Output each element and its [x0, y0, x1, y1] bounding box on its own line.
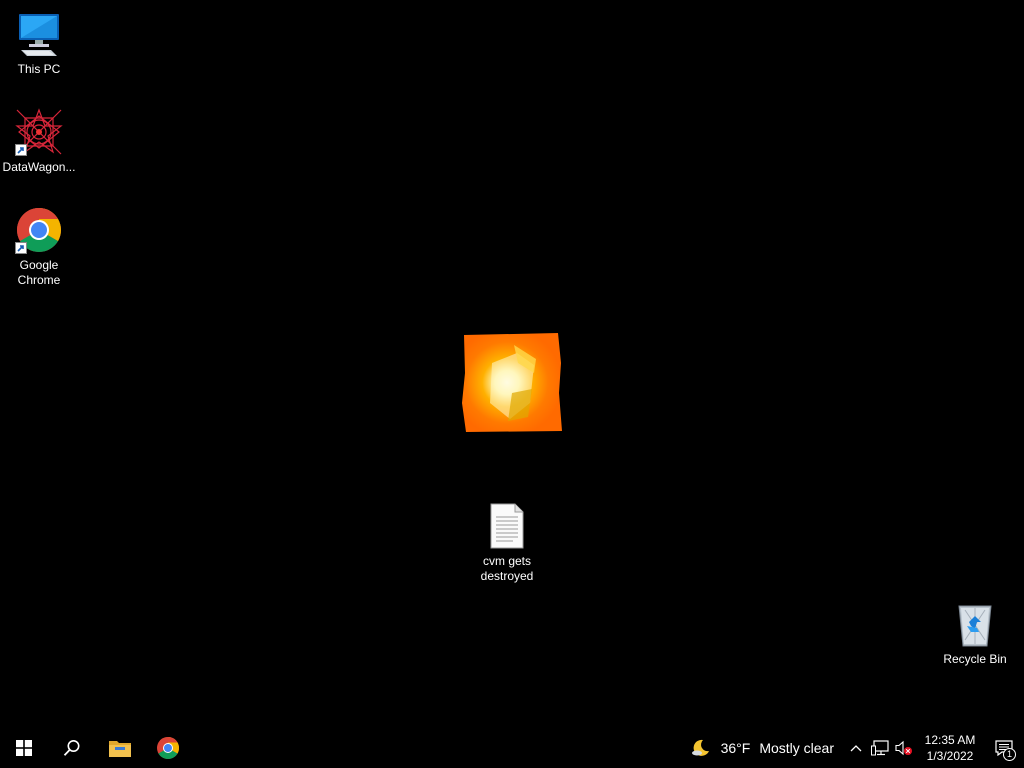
desktop-icon-this-pc[interactable]: This PC: [1, 10, 77, 77]
computer-icon: [15, 10, 63, 58]
weather-widget[interactable]: 36°F Mostly clear: [681, 728, 844, 768]
folder-icon: [109, 741, 131, 757]
desktop-icon-recycle-bin[interactable]: Recycle Bin: [937, 600, 1013, 667]
weather-temperature: 36°F: [720, 740, 751, 756]
weather-condition: Mostly clear: [759, 740, 834, 756]
chrome-icon: [157, 737, 179, 759]
search-button[interactable]: [48, 728, 96, 768]
search-icon: [63, 740, 80, 756]
desktop-icon-label: DataWagon...: [2, 160, 76, 174]
desktop-icon-label: Recycle Bin: [943, 652, 1007, 666]
clock[interactable]: 12:35 AM 1/3/2022: [920, 728, 980, 768]
action-center-button[interactable]: 1: [984, 728, 1024, 768]
desktop-icon-datawagon[interactable]: DataWagon...: [1, 108, 77, 175]
recycle-bin-icon: [951, 600, 999, 648]
fire-explosion-image[interactable]: [462, 333, 563, 434]
volume-muted-icon: [895, 740, 912, 756]
taskbar-file-explorer[interactable]: [96, 728, 144, 768]
desktop-icon-text-file[interactable]: cvm gets destroyed: [469, 502, 545, 584]
show-hidden-icons-button[interactable]: [844, 728, 868, 768]
clock-time: 12:35 AM: [924, 733, 976, 747]
windows-logo-icon: [16, 740, 32, 756]
desktop-icon-label: Google Chrome: [17, 258, 61, 287]
chrome-icon: [15, 206, 63, 254]
taskbar-google-chrome[interactable]: [144, 728, 192, 768]
desktop-icon-label: This PC: [17, 62, 61, 76]
taskbar: 36°F Mostly clear 12:35 AM 1/3/2022 1: [0, 728, 1024, 768]
network-icon: [871, 740, 889, 756]
desktop-icon-label: cvm gets destroyed: [480, 554, 534, 583]
desktop-icon-google-chrome[interactable]: Google Chrome: [1, 206, 77, 288]
moon-icon: [691, 739, 709, 756]
start-button[interactable]: [0, 728, 48, 768]
system-tray: 36°F Mostly clear 12:35 AM 1/3/2022 1: [681, 728, 1024, 768]
network-button[interactable]: [868, 728, 892, 768]
notification-count-badge: 1: [1003, 748, 1016, 761]
volume-button[interactable]: [892, 728, 916, 768]
shortcut-arrow-icon: [15, 144, 27, 156]
text-document-icon: [483, 502, 531, 550]
desktop[interactable]: This PC DataWagon... Google Chrome cvm g…: [0, 0, 1024, 728]
datawagon-logo-icon: [15, 108, 63, 156]
chevron-up-icon: [850, 745, 862, 752]
shortcut-arrow-icon: [15, 242, 27, 254]
clock-date: 1/3/2022: [926, 749, 974, 763]
